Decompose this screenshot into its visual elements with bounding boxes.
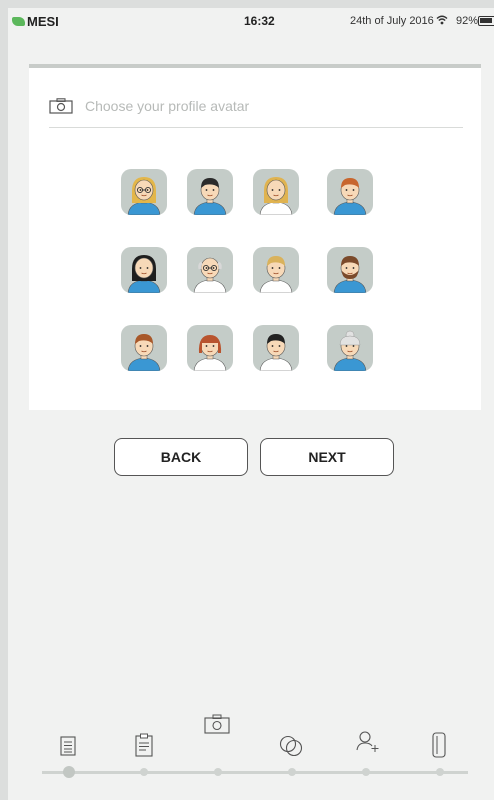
avatar-portrait-icon (259, 256, 293, 293)
avatar-portrait-icon (333, 256, 367, 293)
add-user-icon[interactable] (356, 730, 382, 754)
clock: 16:32 (244, 14, 275, 28)
avatar-option[interactable] (187, 325, 233, 371)
circles-icon[interactable] (279, 735, 303, 757)
avatar-portrait-icon (333, 178, 367, 215)
step-dot[interactable] (214, 768, 222, 776)
avatar-portrait-icon (259, 177, 293, 215)
avatar-option[interactable] (121, 169, 167, 215)
brand: MESI (12, 14, 59, 29)
cylinder-icon[interactable] (432, 732, 446, 758)
avatar-portrait-icon (193, 335, 227, 371)
avatar-portrait-icon (333, 330, 367, 371)
avatar-portrait-icon (127, 177, 161, 215)
date: 24th of July 2016 (350, 15, 434, 27)
step-progress (0, 700, 494, 800)
avatar-portrait-icon (193, 257, 227, 293)
step-dot[interactable] (63, 766, 75, 778)
avatar-option[interactable] (253, 247, 299, 293)
avatar-option[interactable] (253, 325, 299, 371)
step-dot[interactable] (362, 768, 370, 776)
wifi-icon (436, 15, 448, 25)
avatar-option[interactable] (187, 169, 233, 215)
step-dot[interactable] (436, 768, 444, 776)
camera-icon[interactable] (204, 714, 230, 734)
avatar-portrait-icon (127, 334, 161, 371)
avatar-portrait-icon (259, 334, 293, 371)
avatar-option[interactable] (121, 247, 167, 293)
document-icon[interactable] (60, 736, 76, 756)
avatar-option[interactable] (253, 169, 299, 215)
mesi-logo-icon (12, 16, 25, 26)
avatar-card: Choose your profile avatar (29, 64, 481, 410)
avatar-option[interactable] (327, 169, 373, 215)
clipboard-icon[interactable] (135, 733, 153, 757)
avatar-option[interactable] (327, 325, 373, 371)
avatar-portrait-icon (127, 255, 161, 293)
avatar-grid (29, 68, 481, 414)
avatar-option[interactable] (187, 247, 233, 293)
back-button[interactable]: BACK (114, 438, 248, 476)
avatar-option[interactable] (327, 247, 373, 293)
battery-percent: 92% (456, 15, 479, 27)
step-track (42, 771, 468, 774)
step-dot[interactable] (288, 768, 296, 776)
status-bar: MESI 16:32 24th of July 2016 92% (8, 8, 494, 34)
step-dot[interactable] (140, 768, 148, 776)
avatar-option[interactable] (121, 325, 167, 371)
next-button[interactable]: NEXT (260, 438, 394, 476)
battery-icon (478, 16, 494, 26)
avatar-portrait-icon (193, 178, 227, 215)
brand-name: MESI (27, 13, 59, 29)
